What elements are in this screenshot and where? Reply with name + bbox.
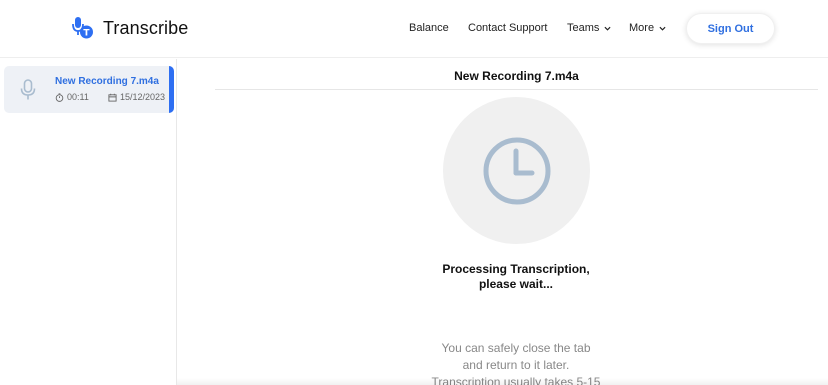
app-logo[interactable]: T Transcribe bbox=[72, 16, 188, 40]
nav-balance-label: Balance bbox=[409, 22, 449, 34]
processing-message: Processing Transcription, please wait... bbox=[416, 262, 616, 292]
chevron-down-icon bbox=[604, 26, 611, 31]
recordings-sidebar: New Recording 7.m4a 00:11 15/12/2023 bbox=[0, 59, 177, 385]
nav-more-label: More bbox=[629, 22, 655, 34]
recording-date-value: 15/12/2023 bbox=[120, 92, 166, 102]
selected-indicator bbox=[169, 66, 174, 113]
recording-page-title: New Recording 7.m4a bbox=[454, 69, 579, 83]
app-name: Transcribe bbox=[103, 17, 189, 38]
clock-icon bbox=[483, 137, 550, 204]
stopwatch-icon bbox=[55, 92, 64, 102]
chevron-down-icon bbox=[659, 26, 666, 31]
processing-line-1: Processing Transcription, bbox=[442, 262, 590, 276]
nav-teams-label: Teams bbox=[567, 22, 600, 34]
transcribe-logo-icon: T bbox=[72, 17, 93, 39]
nav-teams-dropdown[interactable]: Teams bbox=[567, 22, 611, 34]
note-line-1: You can safely close the tab bbox=[441, 341, 591, 355]
top-header: T Transcribe Balance Contact Support Tea… bbox=[0, 0, 828, 58]
recording-title: New Recording 7.m4a bbox=[55, 76, 159, 87]
recording-list-item[interactable]: New Recording 7.m4a 00:11 15/12/2023 bbox=[4, 66, 174, 113]
recording-date: 15/12/2023 bbox=[108, 92, 165, 102]
microphone-icon bbox=[4, 66, 51, 113]
svg-text:T: T bbox=[83, 29, 90, 39]
nav-contact-support[interactable]: Contact Support bbox=[468, 22, 548, 34]
note-line-2: and return to it later. bbox=[462, 358, 570, 372]
title-divider bbox=[215, 89, 818, 90]
recording-duration-value: 00:11 bbox=[67, 92, 89, 102]
sign-out-button[interactable]: Sign Out bbox=[686, 13, 775, 44]
processing-status-badge bbox=[443, 97, 590, 244]
processing-line-2: please wait... bbox=[478, 277, 554, 291]
nav-contact-support-label: Contact Support bbox=[468, 22, 548, 34]
calendar-icon bbox=[108, 93, 117, 102]
bottom-shadow bbox=[177, 378, 828, 385]
recording-duration: 00:11 bbox=[55, 92, 89, 102]
nav-more-dropdown[interactable]: More bbox=[629, 22, 666, 34]
nav-balance[interactable]: Balance bbox=[409, 22, 449, 34]
